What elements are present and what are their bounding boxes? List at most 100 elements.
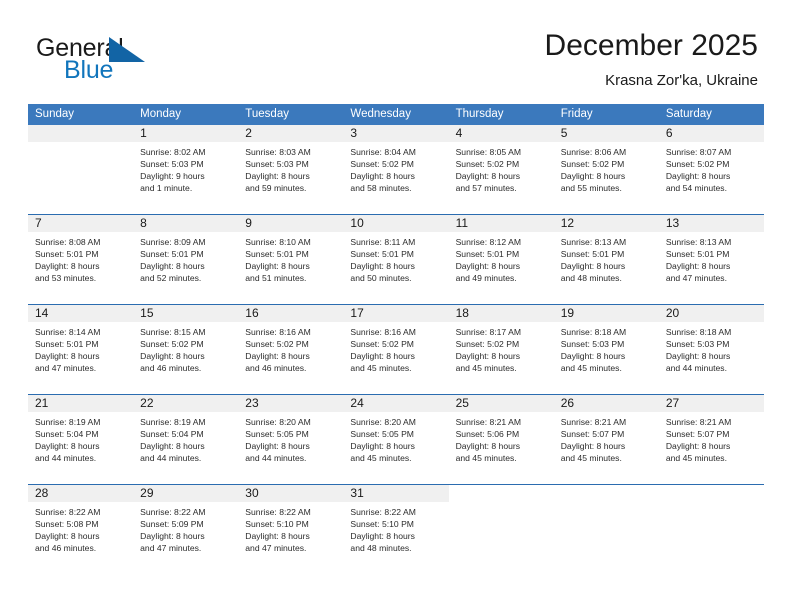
sunset-time: Sunset: 5:03 PM	[245, 159, 309, 170]
day-number: 15	[133, 305, 239, 322]
calendar-day-cell[interactable]: 11 Sunrise: 8:12 AM Sunset: 5:01 PM Dayligh…	[448, 215, 554, 304]
week-inner: 1 Sunrise: 8:02 AM Sunset: 5:03 PM Daylight…	[28, 125, 764, 214]
day-info: Sunrise: 8:09 AM Sunset: 5:01 PM Daylight:…	[133, 232, 238, 284]
sunset-time: Sunset: 5:01 PM	[35, 249, 99, 260]
daylight-duration-line2: and 44 minutes.	[35, 453, 97, 464]
calendar-day-cell[interactable]: 30 Sunrise: 8:22 AM Sunset: 5:10 PM Dayligh…	[238, 485, 344, 574]
sunset-time: Sunset: 5:03 PM	[140, 159, 204, 170]
day-number: 4	[448, 125, 554, 142]
sunset-time: Sunset: 5:02 PM	[455, 339, 520, 350]
calendar-day-cell[interactable]: 25 Sunrise: 8:21 AM Sunset: 5:06 PM Dayligh…	[448, 395, 554, 484]
calendar-day-cell[interactable]: 24 Sunrise: 8:20 AM Sunset: 5:05 PM Dayligh…	[343, 395, 449, 484]
daylight-duration-line2: and 45 minutes.	[560, 453, 622, 464]
calendar-day-cell[interactable]: 31 Sunrise: 8:22 AM Sunset: 5:10 PM Dayligh…	[343, 485, 449, 574]
day-number: 29	[133, 485, 239, 502]
sunrise-time: Sunrise: 8:22 AM	[245, 507, 311, 517]
sunset-time: Sunset: 5:07 PM	[560, 429, 625, 440]
sunset-time: Sunset: 5:06 PM	[455, 429, 520, 440]
daylight-duration-line1: Daylight: 8 hours	[665, 351, 731, 362]
calendar-day-cell[interactable]: 6 Sunrise: 8:07 AM Sunset: 5:02 PM Daylight…	[658, 125, 764, 214]
day-info: Sunrise: 8:02 AM Sunset: 5:03 PM Daylight:…	[133, 142, 238, 194]
daylight-duration-line1: Daylight: 8 hours	[35, 351, 100, 362]
sunset-time: Sunset: 5:02 PM	[455, 159, 520, 170]
daylight-duration-line2: and 53 minutes.	[35, 273, 97, 284]
sunset-time: Sunset: 5:07 PM	[665, 429, 730, 440]
calendar-day-cell[interactable]: 4 Sunrise: 8:05 AM Sunset: 5:02 PM Daylight…	[448, 125, 554, 214]
calendar-day-cell[interactable]: 18 Sunrise: 8:17 AM Sunset: 5:02 PM Dayligh…	[448, 305, 554, 394]
title-block: December 2025 Krasna Zor'ka, Ukraine	[545, 28, 758, 92]
general-blue-logo[interactable]: General Blue	[36, 34, 236, 90]
calendar-day-cell[interactable]: 29 Sunrise: 8:22 AM Sunset: 5:09 PM Dayligh…	[133, 485, 239, 574]
sunrise-time: Sunrise: 8:16 AM	[245, 327, 311, 337]
daylight-duration-line2: and 46 minutes.	[35, 543, 97, 554]
calendar-day-cell[interactable]: 15 Sunrise: 8:15 AM Sunset: 5:02 PM Dayligh…	[133, 305, 239, 394]
daylight-duration-line2: and 45 minutes.	[455, 363, 517, 374]
calendar-day-cell[interactable]: 8 Sunrise: 8:09 AM Sunset: 5:01 PM Daylight…	[133, 215, 239, 304]
calendar-day-cell[interactable]: 23 Sunrise: 8:20 AM Sunset: 5:05 PM Dayligh…	[238, 395, 344, 484]
sunrise-time: Sunrise: 8:19 AM	[35, 417, 101, 427]
daylight-duration-line1: Daylight: 8 hours	[245, 441, 310, 452]
calendar-day-cell[interactable]: 20 Sunrise: 8:18 AM Sunset: 5:03 PM Dayligh…	[658, 305, 764, 394]
calendar-day-cell[interactable]: 14 Sunrise: 8:14 AM Sunset: 5:01 PM Dayligh…	[28, 305, 134, 394]
calendar-day-cell[interactable]: 3 Sunrise: 8:04 AM Sunset: 5:02 PM Daylight…	[343, 125, 449, 214]
calendar-day-cell[interactable]: 17 Sunrise: 8:16 AM Sunset: 5:02 PM Dayligh…	[343, 305, 449, 394]
daylight-duration-line2: and 58 minutes.	[350, 183, 412, 194]
day-info: Sunrise: 8:08 AM Sunset: 5:01 PM Daylight:…	[28, 232, 133, 284]
daylight-duration-line1: Daylight: 8 hours	[245, 531, 310, 542]
day-number: 18	[448, 305, 554, 322]
sunset-time: Sunset: 5:04 PM	[35, 429, 99, 440]
sunset-time: Sunset: 5:05 PM	[350, 429, 414, 440]
calendar-day-cell[interactable]: 9 Sunrise: 8:10 AM Sunset: 5:01 PM Daylight…	[238, 215, 344, 304]
calendar-week-row: 7 Sunrise: 8:08 AM Sunset: 5:01 PM Daylight…	[28, 214, 764, 304]
day-number	[554, 485, 659, 502]
weekday-header-tuesday: Tuesday	[245, 108, 289, 120]
calendar-day-cell[interactable]: 2 Sunrise: 8:03 AM Sunset: 5:03 PM Daylight…	[238, 125, 344, 214]
day-info: Sunrise: 8:16 AM Sunset: 5:02 PM Daylight:…	[343, 322, 448, 374]
daylight-duration-line1: Daylight: 8 hours	[350, 261, 415, 272]
sunrise-time: Sunrise: 8:20 AM	[245, 417, 311, 427]
sunrise-time: Sunrise: 8:02 AM	[140, 147, 206, 157]
sunrise-time: Sunrise: 8:13 AM	[560, 237, 627, 247]
sunset-time: Sunset: 5:01 PM	[245, 249, 309, 260]
day-number: 26	[553, 395, 659, 412]
calendar-day-cell[interactable]: 1 Sunrise: 8:02 AM Sunset: 5:03 PM Daylight…	[133, 125, 239, 214]
calendar-day-cell[interactable]: 13 Sunrise: 8:13 AM Sunset: 5:01 PM Dayligh…	[658, 215, 764, 304]
calendar-day-cell[interactable]: 16 Sunrise: 8:16 AM Sunset: 5:02 PM Dayligh…	[238, 305, 344, 394]
calendar-day-cell[interactable]: 19 Sunrise: 8:18 AM Sunset: 5:03 PM Dayligh…	[553, 305, 659, 394]
daylight-duration-line1: Daylight: 8 hours	[35, 441, 100, 452]
daylight-duration-line1: Daylight: 8 hours	[560, 351, 626, 362]
daylight-duration-line1: Daylight: 8 hours	[560, 261, 626, 272]
calendar-day-cell[interactable]: 27 Sunrise: 8:21 AM Sunset: 5:07 PM Dayligh…	[658, 395, 764, 484]
daylight-duration-line1: Daylight: 8 hours	[245, 351, 310, 362]
calendar-day-cell[interactable]: 22 Sunrise: 8:19 AM Sunset: 5:04 PM Dayligh…	[133, 395, 239, 484]
daylight-duration-line2: and 48 minutes.	[350, 543, 412, 554]
day-number: 10	[343, 215, 449, 232]
calendar-day-cell[interactable]: 21 Sunrise: 8:19 AM Sunset: 5:04 PM Dayligh…	[28, 395, 134, 484]
calendar-day-cell[interactable]: 28 Sunrise: 8:22 AM Sunset: 5:08 PM Dayligh…	[28, 485, 134, 574]
day-number: 2	[238, 125, 344, 142]
calendar-day-cell[interactable]: 10 Sunrise: 8:11 AM Sunset: 5:01 PM Dayligh…	[343, 215, 449, 304]
day-info: Sunrise: 8:19 AM Sunset: 5:04 PM Daylight:…	[133, 412, 238, 464]
day-info: Sunrise: 8:13 AM Sunset: 5:01 PM Daylight:…	[659, 232, 764, 284]
day-info: Sunrise: 8:21 AM Sunset: 5:07 PM Daylight:…	[554, 412, 659, 464]
calendar-day-cell[interactable]: 5 Sunrise: 8:06 AM Sunset: 5:02 PM Daylight…	[553, 125, 659, 214]
calendar-day-cell[interactable]: 26 Sunrise: 8:21 AM Sunset: 5:07 PM Dayligh…	[553, 395, 659, 484]
day-info: Sunrise: 8:05 AM Sunset: 5:02 PM Daylight:…	[449, 142, 554, 194]
calendar-day-cell[interactable]: 7 Sunrise: 8:08 AM Sunset: 5:01 PM Daylight…	[28, 215, 134, 304]
day-number	[28, 125, 134, 142]
day-info: Sunrise: 8:16 AM Sunset: 5:02 PM Daylight:…	[238, 322, 343, 374]
day-info: Sunrise: 8:21 AM Sunset: 5:07 PM Daylight:…	[659, 412, 764, 464]
day-info: Sunrise: 8:11 AM Sunset: 5:01 PM Daylight:…	[343, 232, 448, 284]
day-number: 13	[658, 215, 764, 232]
calendar-day-cell[interactable]: 12 Sunrise: 8:13 AM Sunset: 5:01 PM Dayligh…	[553, 215, 659, 304]
sunrise-time: Sunrise: 8:21 AM	[560, 417, 627, 427]
sunset-time: Sunset: 5:05 PM	[245, 429, 309, 440]
day-info: Sunrise: 8:18 AM Sunset: 5:03 PM Daylight:…	[554, 322, 659, 374]
daylight-duration-line1: Daylight: 9 hours	[140, 171, 205, 182]
daylight-duration-line2: and 45 minutes.	[350, 453, 412, 464]
sunset-time: Sunset: 5:02 PM	[665, 159, 730, 170]
calendar-week-row: 28 Sunrise: 8:22 AM Sunset: 5:08 PM Dayligh…	[28, 484, 764, 574]
sunrise-time: Sunrise: 8:18 AM	[665, 327, 732, 337]
daylight-duration-line2: and 45 minutes.	[350, 363, 412, 374]
sunrise-time: Sunrise: 8:22 AM	[350, 507, 416, 517]
